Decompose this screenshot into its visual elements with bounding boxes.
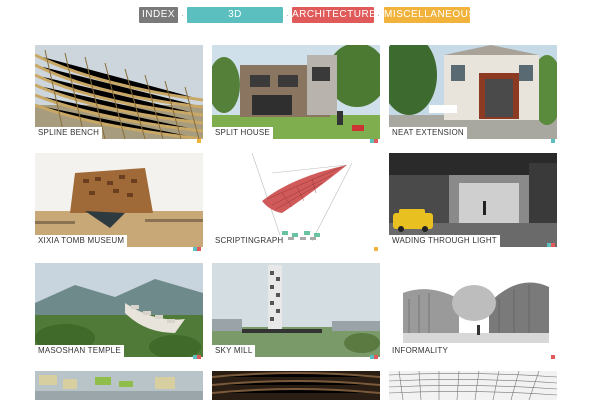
nav-separator: · [377, 10, 380, 20]
nav-3d-visualisation[interactable]: 3D VISUALISATION [187, 7, 283, 36]
project-image [35, 371, 203, 400]
arch-tag-dot [374, 139, 378, 143]
nav-architecture[interactable]: ARCHITECTURE [292, 7, 376, 23]
project-image [212, 371, 380, 400]
project-tile-spline-bench[interactable]: SPLINE BENCH [35, 45, 203, 139]
project-title: SCRIPTINGRAPH [212, 235, 287, 247]
project-title: NEAT EXTENSION [389, 127, 467, 139]
project-tile-masoshan-temple[interactable]: MASOSHAN TEMPLE [35, 263, 203, 357]
project-tile-scriptingraph[interactable]: SCRIPTINGRAPH [212, 153, 380, 247]
informality-image [389, 263, 557, 357]
project-title: MASOSHAN TEMPLE [35, 345, 124, 357]
spline-bench-image [35, 45, 203, 139]
project-tile-split-house[interactable]: SPLIT HOUSE [212, 45, 380, 139]
project-tile-informality[interactable]: INFORMALITY [389, 263, 557, 357]
nav-separator: · [181, 10, 184, 20]
masoshan-temple-image [35, 263, 203, 357]
nav-separator: · [286, 10, 289, 20]
neat-extension-image [389, 45, 557, 139]
split-house-image [212, 45, 380, 139]
project-tile-row4-3[interactable] [389, 371, 557, 400]
sky-mill-image [212, 263, 380, 357]
arch-tag-dot [551, 355, 555, 359]
wading-through-light-image [389, 153, 557, 247]
project-image [389, 371, 557, 400]
nav-index[interactable]: INDEX [139, 7, 178, 23]
arch-tag-dot [374, 355, 378, 359]
arch-tag-dot [551, 243, 555, 247]
project-tile-sky-mill[interactable]: SKY MILL [212, 263, 380, 357]
project-tile-row4-2[interactable] [212, 371, 380, 400]
project-title: WADING THROUGH LIGHT [389, 235, 500, 247]
xixia-tomb-museum-image [35, 153, 203, 247]
project-title: INFORMALITY [389, 345, 451, 357]
arch-tag-dot [197, 355, 201, 359]
project-tile-row4-1[interactable] [35, 371, 203, 400]
project-title: SPLINE BENCH [35, 127, 103, 139]
project-tile-wading-through-light[interactable]: WADING THROUGH LIGHT [389, 153, 557, 247]
viz-tag-dot [551, 139, 555, 143]
project-title: XIXIA TOMB MUSEUM [35, 235, 128, 247]
arch-tag-dot [197, 247, 201, 251]
misc-tag-dot [197, 139, 201, 143]
project-title: SKY MILL [212, 345, 256, 357]
misc-tag-dot [374, 247, 378, 251]
nav-miscellaneous[interactable]: MISCELLANEOUS [384, 7, 475, 23]
project-tile-neat-extension[interactable]: NEAT EXTENSION [389, 45, 557, 139]
category-nav: INDEX · 3D VISUALISATION · ARCHITECTURE … [0, 7, 600, 36]
scriptingraph-image [212, 153, 380, 247]
project-tile-xixia-tomb-museum[interactable]: XIXIA TOMB MUSEUM [35, 153, 203, 247]
project-title: SPLIT HOUSE [212, 127, 273, 139]
